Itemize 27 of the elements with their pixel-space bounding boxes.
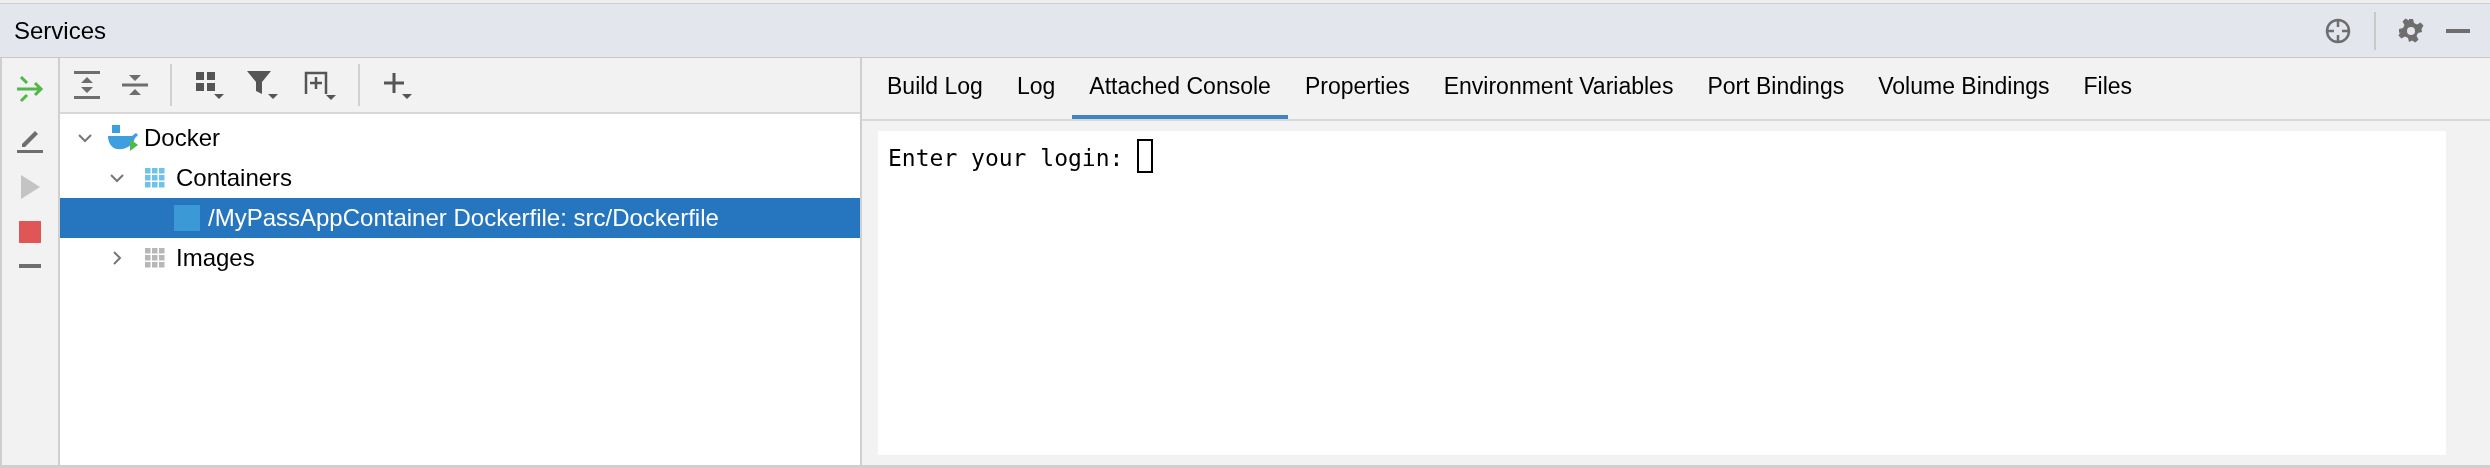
crosshair-icon[interactable]: [2324, 16, 2352, 45]
panel-title: Services: [14, 15, 107, 46]
arrows-icon[interactable]: [15, 74, 45, 104]
expand-all-icon[interactable]: [74, 71, 100, 99]
tree-item[interactable]: /MyPassAppContainer Dockerfile: src/Dockerfile: [60, 198, 860, 238]
square-icon: [174, 205, 200, 231]
group-icon[interactable]: [194, 70, 224, 100]
tab[interactable]: Log: [999, 58, 1073, 119]
tab[interactable]: Environment Variables: [1426, 58, 1691, 119]
cursor-icon: [1137, 139, 1154, 173]
filter-icon[interactable]: [246, 70, 280, 100]
tree-item[interactable]: Containers: [60, 158, 860, 198]
tab[interactable]: Attached Console: [1072, 58, 1288, 119]
tree-item[interactable]: Docker: [60, 118, 860, 158]
add-frame-icon[interactable]: [302, 69, 336, 101]
tab[interactable]: Port Bindings: [1690, 58, 1862, 119]
settings-icon[interactable]: [2398, 17, 2424, 44]
tree-item[interactable]: Images: [60, 238, 860, 278]
minimize-icon[interactable]: [2446, 28, 2470, 33]
grid-icon: [144, 167, 166, 189]
whale-icon: [106, 123, 140, 153]
tab[interactable]: Build Log: [870, 58, 1000, 119]
tab[interactable]: Volume Bindings: [1861, 58, 2067, 119]
grid-icon: [144, 247, 166, 269]
tab[interactable]: Files: [2066, 58, 2150, 119]
console-prompt: Enter your login:: [888, 144, 1125, 173]
tab[interactable]: Properties: [1287, 58, 1427, 119]
